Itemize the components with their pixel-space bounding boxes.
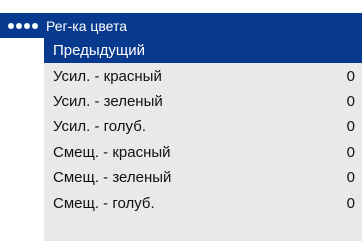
four-dots-icon bbox=[8, 22, 40, 29]
menu-item-label: Предыдущий bbox=[53, 42, 146, 60]
menu-item-previous[interactable]: Предыдущий bbox=[44, 38, 362, 64]
menu-item-label: Усил. - зеленый bbox=[53, 92, 163, 110]
title-bar: Рег-ка цвета bbox=[0, 13, 362, 38]
menu-title: Рег-ка цвета bbox=[46, 17, 128, 34]
menu-item-value: 0 bbox=[346, 67, 355, 85]
menu-item-value: 0 bbox=[346, 169, 355, 187]
color-adjust-osd: Рег-ка цвета Предыдущий Усил. - красный … bbox=[0, 0, 362, 241]
menu-item-gain-red[interactable]: Усил. - красный 0 bbox=[44, 63, 362, 88]
menu-item-label: Смещ. - зеленый bbox=[53, 169, 172, 187]
menu-item-offset-blue[interactable]: Смещ. - голуб. 0 bbox=[44, 190, 362, 215]
menu-item-value: 0 bbox=[346, 194, 355, 212]
menu-item-gain-green[interactable]: Усил. - зеленый 0 bbox=[44, 89, 362, 114]
menu-item-offset-green[interactable]: Смещ. - зеленый 0 bbox=[44, 165, 362, 190]
menu-item-label: Усил. - красный bbox=[53, 67, 162, 85]
menu-list: Предыдущий Усил. - красный 0 Усил. - зел… bbox=[44, 38, 362, 241]
menu-item-value: 0 bbox=[346, 143, 355, 161]
menu-item-label: Смещ. - красный bbox=[53, 143, 171, 161]
menu-item-label: Смещ. - голуб. bbox=[53, 194, 155, 212]
menu-item-gain-blue[interactable]: Усил. - голуб. 0 bbox=[44, 114, 362, 139]
menu-item-offset-red[interactable]: Смещ. - красный 0 bbox=[44, 140, 362, 165]
menu-item-label: Усил. - голуб. bbox=[53, 118, 146, 136]
menu-item-value: 0 bbox=[346, 118, 355, 136]
menu-item-value: 0 bbox=[346, 92, 355, 110]
